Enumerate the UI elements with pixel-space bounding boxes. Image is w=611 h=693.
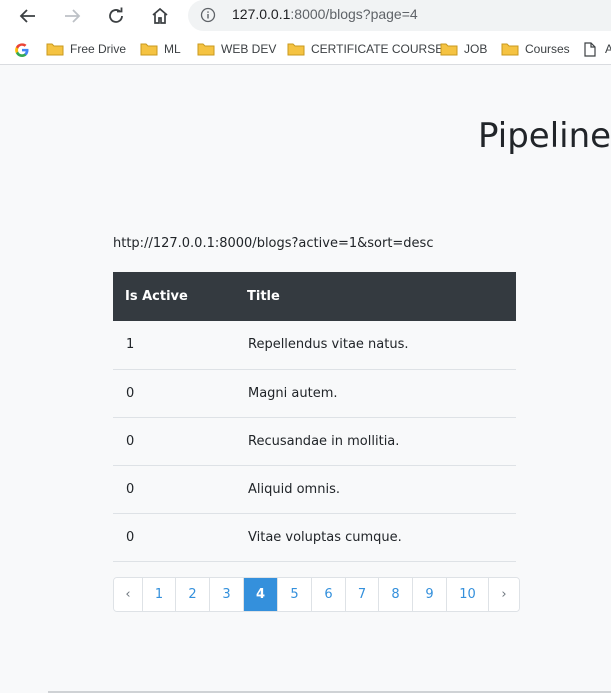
bookmark-label: ML [164,42,181,56]
pagination-page-10[interactable]: 10 [447,578,489,611]
table-row: 1 Repellendus vitae natus. [113,321,516,370]
address-bar[interactable]: 127.0.0.1:8000/blogs?page=4 [188,0,611,31]
folder-icon [197,43,215,56]
browser-toolbar: 127.0.0.1:8000/blogs?page=4 [0,0,611,33]
url-text[interactable]: 127.0.0.1:8000/blogs?page=4 [232,6,418,22]
column-header-is-active[interactable]: Is Active [113,272,235,321]
bookmark-certificate-course[interactable]: CERTIFICATE COURSE [287,41,443,57]
folder-icon [440,43,458,56]
pagination-prev[interactable]: ‹ [114,578,143,611]
table-row: 0 Recusandae in mollitia. [113,417,516,466]
forward-button[interactable] [57,2,87,30]
page-icon [584,42,596,57]
url-path: :8000/blogs?page=4 [290,6,418,22]
pagination-page-6[interactable]: 6 [312,578,346,611]
back-button[interactable] [13,2,43,30]
pagination-page-5[interactable]: 5 [278,578,312,611]
reload-icon [109,7,123,23]
bookmark-free-drive[interactable]: Free Drive [46,41,126,57]
folder-icon [287,43,305,56]
bookmark-courses[interactable]: Courses [501,41,571,57]
bookmark-label: JOB [464,42,488,56]
is-active-cell: 0 [113,417,235,466]
title-cell: Magni autem. [235,369,516,418]
pagination-page-3[interactable]: 3 [210,578,244,611]
google-bookmark[interactable] [14,41,32,57]
pagination: ‹ 1 2 3 4 5 6 7 8 9 10 › [113,577,520,612]
table-row: 0 Aliquid omnis. [113,465,516,514]
table-row: 0 Vitae voluptas cumque. [113,513,516,562]
filter-url-text: http://127.0.0.1:8000/blogs?active=1&sor… [113,236,434,251]
bookmark-job[interactable]: JOB [440,41,490,57]
is-active-cell: 0 [113,369,235,418]
title-cell: Aliquid omnis. [235,465,516,514]
is-active-cell: 1 [113,321,235,370]
home-icon [152,7,168,24]
column-header-title[interactable]: Title [235,272,516,321]
title-cell: Recusandae in mollitia. [235,417,516,466]
info-icon [200,7,216,23]
bookmark-label: CERTIFICATE COURSE [311,42,444,56]
page-content: Pipeline http://127.0.0.1:8000/blogs?act… [0,66,611,693]
bookmark-label: Free Drive [70,42,127,56]
pagination-page-9[interactable]: 9 [413,578,447,611]
folder-icon [140,43,158,56]
pagination-page-2[interactable]: 2 [176,578,210,611]
is-active-cell: 0 [113,513,235,562]
bookmark-web-dev[interactable]: WEB DEV [197,41,277,57]
page-title: Pipeline [478,116,611,156]
pagination-page-1[interactable]: 1 [143,578,176,611]
pagination-page-8[interactable]: 8 [379,578,413,611]
bookmark-label: A [605,42,611,56]
bookmark-ml[interactable]: ML [140,41,185,57]
bookmarks-bar: Free Drive ML WEB DEV CERTIFICATE COURSE… [0,33,611,65]
google-icon [15,43,29,57]
bookmark-label: Courses [525,42,570,56]
pagination-page-4[interactable]: 4 [244,578,278,611]
bookmark-page[interactable]: A [584,41,611,57]
is-active-cell: 0 [113,465,235,514]
arrow-left-icon [19,9,35,23]
folder-icon [501,43,519,56]
bookmark-label: WEB DEV [221,42,277,56]
url-host: 127.0.0.1 [232,6,291,22]
pagination-page-7[interactable]: 7 [346,578,379,611]
table-row: 0 Magni autem. [113,369,516,418]
pagination-next[interactable]: › [489,578,519,611]
blogs-table: Is Active Title 1 Repellendus vitae natu… [113,272,516,562]
title-cell: Vitae voluptas cumque. [235,513,516,562]
reload-button[interactable] [101,2,131,30]
arrow-right-icon [65,9,81,23]
table-header-row: Is Active Title [113,272,516,321]
folder-icon [46,43,64,56]
home-button[interactable] [145,2,175,30]
title-cell: Repellendus vitae natus. [235,321,516,370]
